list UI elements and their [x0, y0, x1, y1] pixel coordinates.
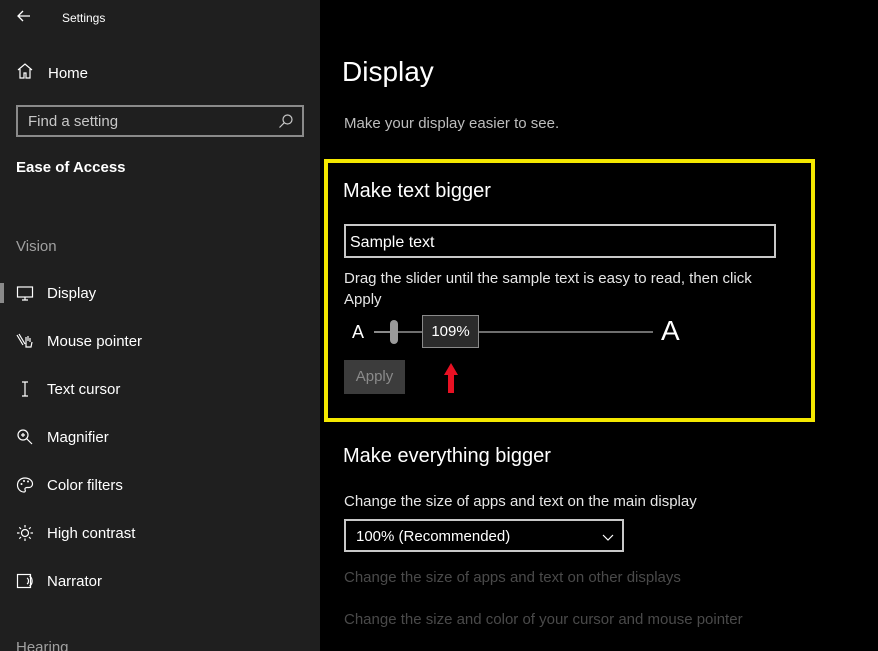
- sidebar-item-label: High contrast: [47, 524, 136, 542]
- display-icon: [16, 284, 34, 302]
- sidebar-item-label: Display: [47, 284, 97, 302]
- page-title: Display: [342, 56, 434, 87]
- sidebar-item-label: Color filters: [47, 476, 123, 494]
- text-size-slider-thumb[interactable]: [390, 320, 399, 344]
- sidebar-item-label: Mouse pointer: [47, 332, 143, 350]
- sidebar: Settings Home Ease of Access Vision Disp…: [0, 0, 320, 651]
- app-title: Settings: [62, 11, 106, 25]
- big-a-label: A: [661, 315, 680, 346]
- other-displays-link[interactable]: Change the size of apps and text on othe…: [344, 569, 681, 586]
- cursor-settings-link[interactable]: Change the size and color of your cursor…: [344, 611, 743, 628]
- slider-instructions: Drag the slider until the sample text is…: [344, 270, 752, 308]
- sidebar-item-high-contrast[interactable]: High contrast: [0, 513, 320, 553]
- scale-dropdown[interactable]: 100% (Recommended): [344, 519, 624, 552]
- search-icon[interactable]: [278, 113, 294, 129]
- sidebar-item-magnifier[interactable]: Magnifier: [0, 417, 320, 457]
- home-button[interactable]: Home: [16, 62, 88, 84]
- high-contrast-icon: [16, 524, 34, 542]
- magnifier-icon: [16, 428, 34, 446]
- section-title: Ease of Access: [16, 159, 126, 176]
- sidebar-item-label: Magnifier: [47, 428, 109, 446]
- group-vision: Vision: [16, 238, 57, 255]
- make-everything-bigger-title: Make everything bigger: [343, 445, 551, 467]
- sidebar-item-label: Narrator: [47, 572, 103, 590]
- sidebar-item-mouse-pointer[interactable]: Mouse pointer: [0, 321, 320, 361]
- search-input[interactable]: [18, 107, 268, 135]
- home-icon: [16, 62, 34, 85]
- main-content: Display Make your display easier to see.…: [320, 0, 878, 651]
- text-cursor-icon: [16, 380, 34, 398]
- sample-text-box: Sample text: [344, 224, 776, 258]
- narrator-icon: [16, 572, 34, 590]
- scale-label: Change the size of apps and text on the …: [344, 493, 697, 510]
- color-filters-icon: [16, 476, 34, 494]
- search-box[interactable]: [16, 105, 304, 137]
- page-subtitle: Make your display easier to see.: [344, 115, 560, 132]
- apply-button[interactable]: Apply: [344, 360, 405, 394]
- text-size-slider-track[interactable]: [374, 331, 653, 333]
- chevron-down-icon: [602, 530, 614, 542]
- sidebar-item-narrator[interactable]: Narrator: [0, 561, 320, 601]
- make-text-bigger-title: Make text bigger: [343, 180, 491, 202]
- red-arrow-icon: [443, 362, 459, 394]
- back-arrow-icon[interactable]: [14, 6, 34, 26]
- scale-dropdown-value: 100% (Recommended): [356, 528, 511, 545]
- sidebar-item-text-cursor[interactable]: Text cursor: [0, 369, 320, 409]
- slider-value-tooltip: 109%: [422, 315, 479, 348]
- mouse-pointer-icon: [16, 332, 34, 350]
- small-a-label: A: [352, 322, 365, 342]
- sidebar-item-label: Text cursor: [47, 380, 121, 398]
- home-label: Home: [48, 64, 89, 82]
- group-hearing: Hearing: [16, 639, 69, 651]
- sidebar-item-color-filters[interactable]: Color filters: [0, 465, 320, 505]
- sidebar-item-display[interactable]: Display: [0, 273, 320, 313]
